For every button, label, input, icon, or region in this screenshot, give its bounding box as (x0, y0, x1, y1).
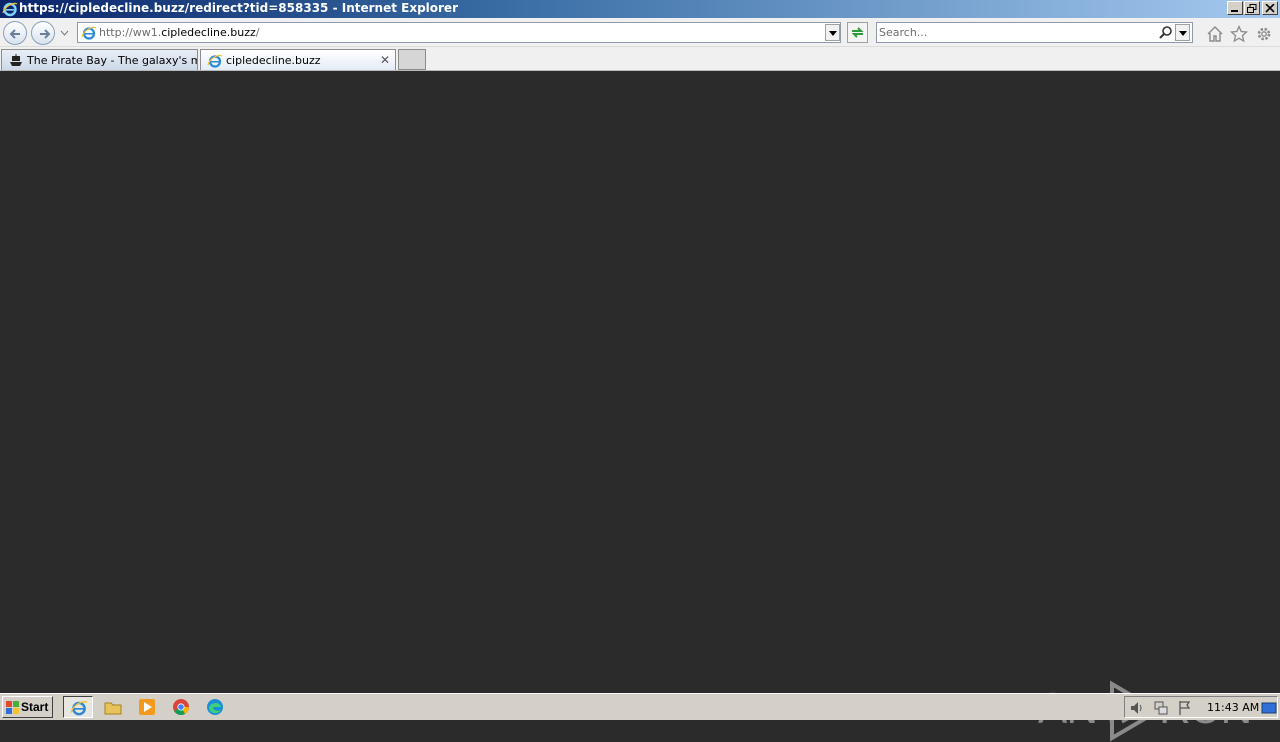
speaker-icon[interactable] (1129, 700, 1145, 716)
back-button[interactable] (3, 21, 27, 45)
restore-icon (1247, 4, 1257, 13)
minimize-button[interactable] (1227, 1, 1243, 15)
close-tab-icon[interactable]: ✕ (380, 53, 390, 67)
taskbar-chrome-button[interactable] (166, 696, 196, 718)
system-tray: 11:43 AM (1124, 696, 1278, 718)
search-icon[interactable] (1158, 25, 1173, 40)
edge-icon (207, 699, 223, 715)
chevron-down-icon (1179, 31, 1187, 36)
window-title: https://cipledecline.buzz/redirect?tid=8… (19, 1, 458, 15)
navigation-bar: http://ww1.cipledecline.buzz/ (0, 18, 1280, 47)
chrome-icon (173, 699, 189, 715)
clock[interactable]: 11:43 AM (1207, 701, 1259, 714)
page-content: ANY RUN (0, 71, 1280, 742)
ie-icon (207, 54, 223, 68)
tab-cipledecline[interactable]: cipledecline.buzz ✕ (200, 49, 396, 70)
taskbar-explorer-button[interactable] (98, 696, 128, 718)
taskbar-edge-button[interactable] (200, 696, 230, 718)
taskbar: Start 11:43 AM (0, 693, 1280, 720)
new-tab-button[interactable] (398, 49, 426, 70)
back-arrow-icon (9, 29, 20, 39)
start-button[interactable]: Start (2, 696, 53, 718)
home-icon[interactable] (1206, 25, 1224, 43)
close-window-button[interactable] (1262, 1, 1278, 15)
close-icon (1265, 4, 1275, 13)
refresh-arrows-icon (851, 27, 864, 38)
minimize-icon (1231, 10, 1238, 12)
chevron-down-icon (829, 31, 837, 36)
forward-arrow-icon (40, 29, 51, 39)
action-center-flag-icon[interactable] (1177, 700, 1193, 716)
favorites-star-icon[interactable] (1230, 25, 1248, 43)
title-bar: https://cipledecline.buzz/redirect?tid=8… (0, 0, 1280, 18)
media-player-icon (139, 699, 155, 715)
address-bar[interactable]: http://ww1.cipledecline.buzz/ (77, 22, 841, 43)
compatibility-view-button[interactable] (847, 22, 868, 43)
ie-icon (81, 26, 97, 40)
forward-button[interactable] (31, 21, 55, 45)
tab-label: cipledecline.buzz (226, 54, 321, 67)
gear-icon[interactable] (1255, 25, 1273, 43)
address-url[interactable]: http://ww1.cipledecline.buzz/ (99, 26, 259, 39)
folder-icon (104, 702, 122, 715)
search-dropdown-button[interactable] (1175, 24, 1190, 41)
taskbar-ie-button[interactable] (63, 696, 93, 718)
show-desktop-icon[interactable] (1261, 700, 1277, 716)
pirate-ship-icon (10, 54, 22, 66)
tab-pirate-bay[interactable]: The Pirate Bay - The galaxy's m... (1, 49, 198, 70)
tab-bar: The Pirate Bay - The galaxy's m... ciple… (0, 47, 1280, 71)
start-label: Start (21, 700, 49, 714)
taskbar-media-player-button[interactable] (132, 696, 162, 718)
search-input[interactable] (879, 25, 1149, 40)
search-box[interactable] (876, 22, 1193, 43)
network-icon[interactable] (1153, 700, 1169, 716)
ie-icon (70, 701, 88, 716)
tab-label: The Pirate Bay - The galaxy's m... (27, 54, 198, 67)
windows-flag-icon (6, 701, 19, 714)
address-dropdown-button[interactable] (825, 24, 840, 41)
restore-button[interactable] (1244, 1, 1260, 15)
recent-pages-chevron-icon[interactable] (60, 30, 69, 36)
ie-icon (2, 2, 18, 17)
